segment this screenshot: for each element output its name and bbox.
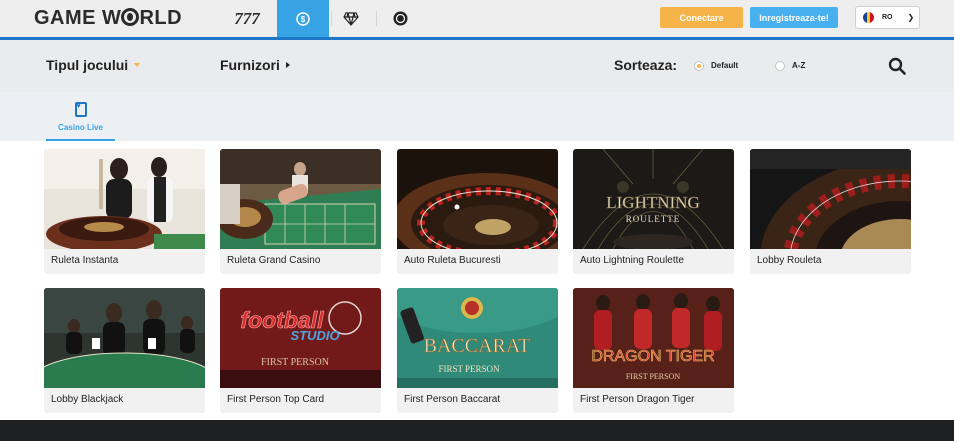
tab-casino-live[interactable]: Casino Live bbox=[46, 100, 115, 141]
filter-bar: Tipul jocului Furnizori Sorteaza: Defaul… bbox=[0, 40, 954, 92]
nav-divider bbox=[376, 11, 377, 26]
game-title: First Person Baccarat bbox=[404, 394, 501, 405]
roulette-wheel-thumbnail bbox=[397, 149, 558, 249]
providers-label: Furnizori bbox=[220, 57, 280, 73]
roulette-wheel-closeup-thumbnail bbox=[750, 149, 911, 249]
thumb-text: DRAGON TIGER bbox=[591, 348, 714, 365]
game-title: First Person Dragon Tiger bbox=[580, 394, 695, 405]
poker-chip-icon bbox=[393, 11, 407, 26]
caret-right-icon bbox=[285, 62, 290, 68]
game-card[interactable]: Ruleta Grand Casino bbox=[220, 149, 381, 274]
globe-icon bbox=[121, 8, 140, 26]
romania-flag-icon bbox=[863, 12, 874, 23]
thumb-text: LIGHTNING bbox=[606, 193, 699, 212]
nav-777-label: 777 bbox=[234, 8, 260, 28]
search-icon[interactable] bbox=[888, 57, 906, 75]
game-card[interactable]: LIGHTNING ROULETTE Auto Lightning Roulet… bbox=[573, 149, 734, 274]
sort-default-radio[interactable] bbox=[694, 61, 704, 71]
thumb-text: BACCARAT bbox=[424, 335, 531, 357]
sort-az-label[interactable]: A-Z bbox=[792, 61, 805, 70]
logo-text-left: GAME W bbox=[34, 7, 122, 29]
thumb-text: STUDIO bbox=[290, 328, 339, 343]
baccarat-thumbnail: BACCARAT FIRST PERSON bbox=[397, 288, 558, 388]
game-card[interactable]: Ruleta Instanta bbox=[44, 149, 205, 274]
nav-casino-coin[interactable]: $ bbox=[277, 0, 329, 37]
language-select[interactable]: RO ❯ bbox=[855, 6, 920, 29]
logo-text-right: RLD bbox=[139, 7, 183, 29]
game-card[interactable]: football STUDIO FIRST PERSON First Perso… bbox=[220, 288, 381, 413]
svg-text:$: $ bbox=[301, 15, 306, 24]
game-title: First Person Top Card bbox=[227, 394, 325, 405]
roulette-table-thumbnail bbox=[220, 149, 381, 249]
coin-icon: $ bbox=[296, 11, 310, 26]
nav-slots-777[interactable]: 777 bbox=[222, 0, 272, 37]
sort-default-label[interactable]: Default bbox=[711, 61, 738, 70]
active-tab-indicator bbox=[46, 139, 115, 141]
thumb-text: FIRST PERSON bbox=[438, 364, 500, 374]
game-card[interactable]: DRAGON TIGER FIRST PERSON First Person D… bbox=[573, 288, 734, 413]
footer bbox=[0, 420, 954, 441]
lightning-roulette-thumbnail: LIGHTNING ROULETTE bbox=[573, 149, 734, 249]
roulette-dealers-thumbnail bbox=[44, 149, 205, 249]
thumb-text: FIRST PERSON bbox=[626, 372, 681, 381]
game-type-dropdown[interactable]: Tipul jocului bbox=[46, 57, 141, 73]
game-title: Lobby Blackjack bbox=[51, 394, 124, 405]
language-code: RO bbox=[882, 14, 893, 21]
game-card[interactable]: Lobby Rouleta bbox=[750, 149, 911, 274]
caret-down-icon bbox=[134, 63, 141, 67]
game-title: Auto Lightning Roulette bbox=[580, 255, 684, 266]
game-title: Ruleta Instanta bbox=[51, 255, 119, 266]
game-title: Auto Ruleta Bucuresti bbox=[404, 255, 501, 266]
game-title: Ruleta Grand Casino bbox=[227, 255, 321, 266]
nav-live-chip[interactable] bbox=[380, 0, 420, 37]
sort-label: Sorteaza: bbox=[614, 57, 678, 73]
top-bar: GAME W RLD 777 $ Conectare Inregistreaza-… bbox=[0, 0, 954, 38]
game-type-label: Tipul jocului bbox=[46, 57, 129, 73]
game-title: Lobby Rouleta bbox=[757, 255, 822, 266]
football-studio-thumbnail: football STUDIO FIRST PERSON bbox=[220, 288, 381, 388]
blackjack-dealers-thumbnail bbox=[44, 288, 205, 388]
category-bar: Casino Live bbox=[0, 92, 954, 141]
thumb-text: FIRST PERSON bbox=[261, 357, 329, 368]
providers-dropdown[interactable]: Furnizori bbox=[220, 57, 290, 73]
login-button[interactable]: Conectare bbox=[660, 7, 743, 28]
logo[interactable]: GAME W RLD bbox=[34, 7, 182, 30]
sort-az-radio[interactable] bbox=[775, 61, 785, 71]
nav-jackpot-diamond[interactable] bbox=[331, 0, 371, 37]
tab-casino-live-label: Casino Live bbox=[58, 123, 103, 132]
card-icon bbox=[74, 102, 87, 117]
game-card[interactable]: BACCARAT FIRST PERSON First Person Bacca… bbox=[397, 288, 558, 413]
game-card[interactable]: Auto Ruleta Bucuresti bbox=[397, 149, 558, 274]
diamond-icon bbox=[343, 11, 359, 26]
dragon-tiger-thumbnail: DRAGON TIGER FIRST PERSON bbox=[573, 288, 734, 388]
thumb-text: ROULETTE bbox=[626, 214, 681, 224]
game-card[interactable]: Lobby Blackjack bbox=[44, 288, 205, 413]
chevron-down-icon: ❯ bbox=[907, 13, 915, 22]
register-button[interactable]: Inregistreaza-te! bbox=[750, 7, 838, 28]
